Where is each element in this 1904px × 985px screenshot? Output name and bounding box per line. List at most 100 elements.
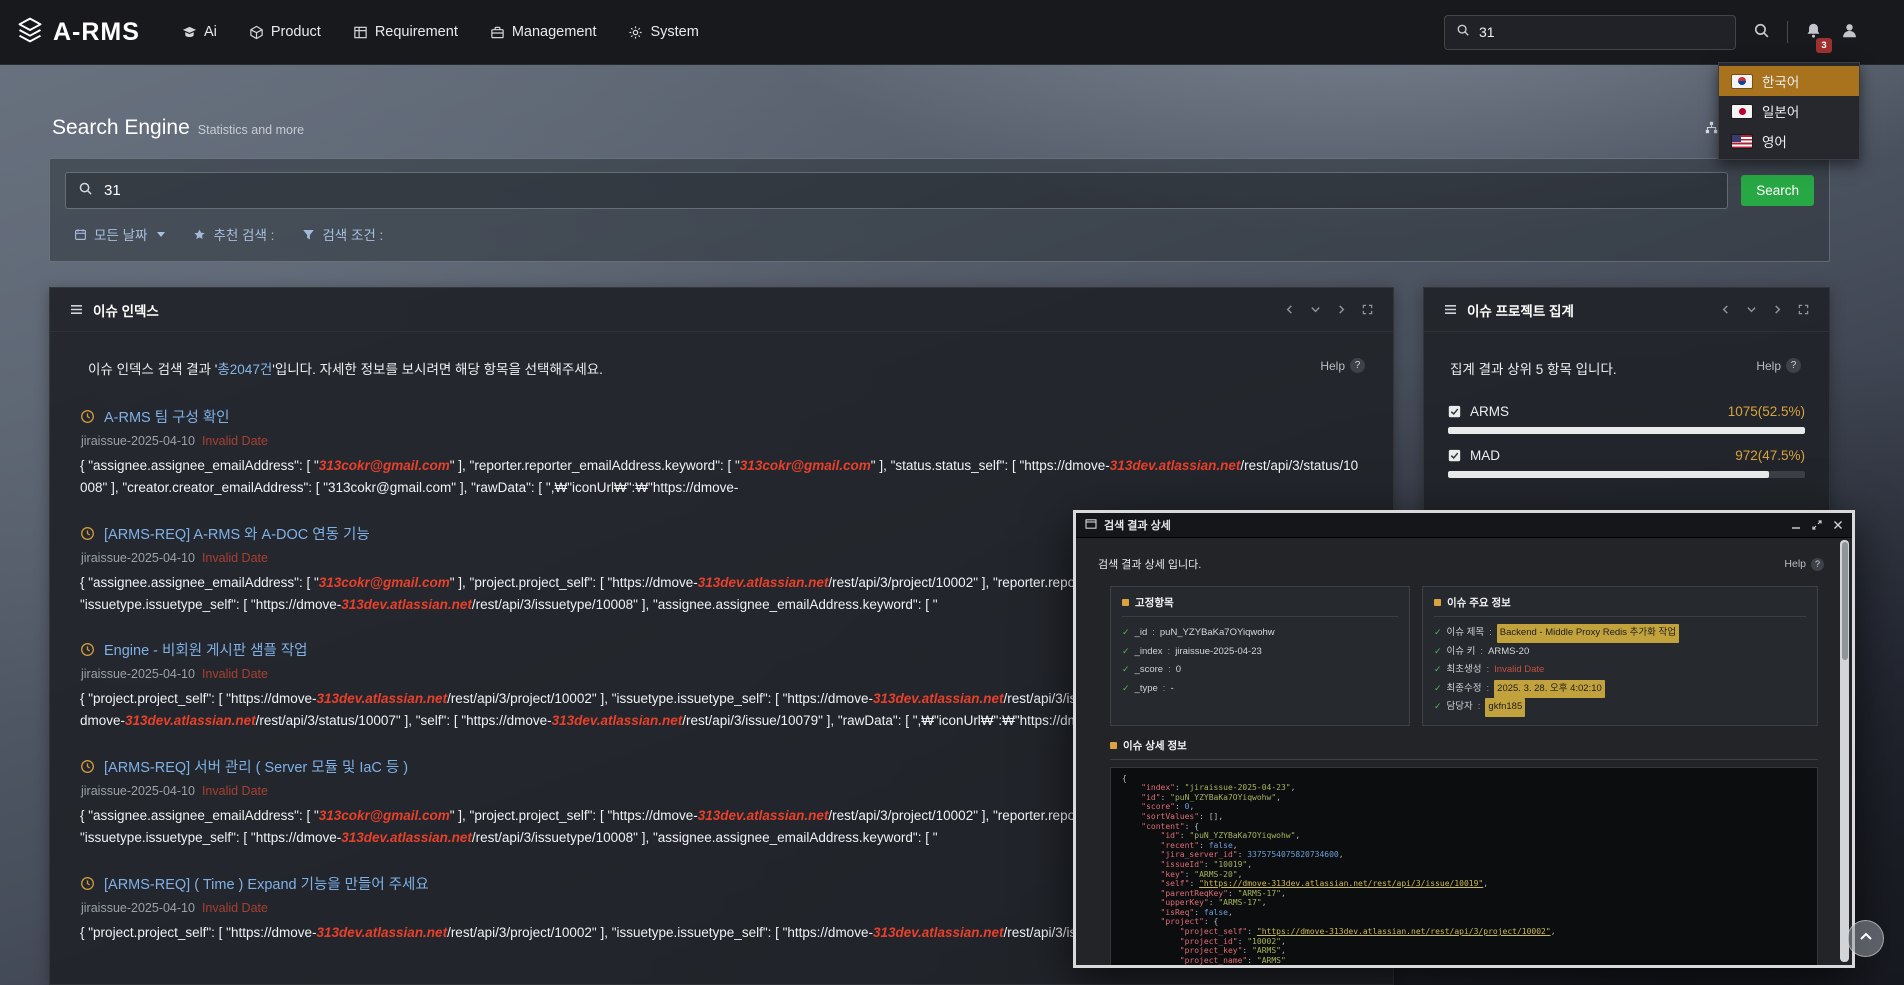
nav-item-ai[interactable]: Ai [182,24,217,40]
user-menu-button[interactable] [1839,20,1860,44]
issue-clock-icon [80,526,95,541]
nav-item-management[interactable]: Management [490,24,597,40]
maximize-icon[interactable] [1812,520,1822,530]
field-value: puN_YZYBaKa7OYiqwohw [1160,624,1275,643]
lang-option-jp[interactable]: 일본어 [1719,96,1859,126]
issue-json-code[interactable]: { "index": "jiraissue-2025-04-23", "id":… [1110,767,1818,965]
help-question-badge: ? [1350,358,1365,373]
nav-item-label: Requirement [375,24,458,40]
search-button[interactable]: Search [1741,175,1814,206]
navbar-search-box [1444,15,1736,50]
product-icon [249,25,264,40]
search-filter-1[interactable]: 추천 검색 : [193,224,274,244]
card-title: 이슈 주요 정보 [1434,595,1806,617]
result-count-link[interactable]: 총2047건 [217,362,272,377]
issue-index-panel-header: 이슈 인덱스 [50,288,1393,332]
field-value: ARMS-20 [1488,643,1529,662]
agg-label: ARMS [1470,404,1509,419]
checkbox-icon [1448,405,1461,418]
nav-item-label: Product [271,24,321,40]
result-summary: 이슈 인덱스 검색 결과 '총2047건'입니다. 자세한 정보를 보시려면 해… [50,332,1393,394]
detail-field: ✓_id:puN_YZYBaKa7OYiqwohw [1122,624,1398,643]
scrollbar-thumb[interactable] [1842,542,1848,660]
detail-modal-window: 검색 결과 상세 검색 결과 상세 입니다. Help? 고정항목 ✓_id:p… [1073,510,1855,968]
result-title-link[interactable]: A-RMS 팀 구성 확인 [80,406,1363,427]
field-value: 0 [1176,661,1181,680]
minimize-icon[interactable] [1791,520,1801,530]
divider [1787,21,1788,43]
flag-kr-icon [1732,75,1752,88]
page-subtitle: Statistics and more [198,123,304,137]
filter-label: 추천 검색 : [213,224,274,244]
detail-field: ✓담당자:gkfn185 [1434,698,1806,717]
invalid-value: Invalid Date [1494,661,1544,680]
checkbox-icon [1448,449,1461,462]
chevron-right-icon[interactable] [1336,304,1347,315]
lang-option-kr[interactable]: 한국어 [1719,66,1859,96]
sitemap-icon [1705,121,1718,137]
detail-field: ✓_score:0 [1122,661,1398,680]
navbar-search-button[interactable] [1751,20,1772,44]
top-navbar: A-RMS Ai Product Requirement Management Syst… [0,0,1904,64]
lang-option-us[interactable]: 영어 [1719,126,1859,156]
agg-label: MAD [1470,448,1500,463]
chevron-left-icon[interactable] [1284,304,1295,315]
help-button[interactable]: Help? [1320,358,1365,373]
scroll-top-button[interactable] [1847,920,1884,957]
chevron-down-icon[interactable] [1310,304,1321,315]
section-title: 이슈 상세 정보 [1110,738,1818,760]
modal-scrollbar[interactable] [1840,540,1849,962]
close-icon[interactable] [1833,520,1843,530]
app-root: A-RMS Ai Product Requirement Management Syst… [0,0,1904,985]
help-question-badge: ? [1786,358,1801,373]
search-filter-0[interactable]: 모든 날짜 [74,224,165,244]
modal-titlebar[interactable]: 검색 결과 상세 [1076,513,1852,538]
chevron-left-icon[interactable] [1720,304,1731,315]
field-label: _score [1135,661,1164,680]
main-search-input[interactable] [104,182,1715,199]
search-filter-2[interactable]: 검색 조건 : [302,224,383,244]
navbar-search-input[interactable] [1479,24,1724,40]
help-button[interactable]: Help? [1784,558,1824,571]
nav-item-system[interactable]: System [628,24,698,40]
result-title-text: A-RMS 팀 구성 확인 [104,406,230,427]
agg-item-mad[interactable]: MAD972(47.5%) [1424,438,1829,482]
modal-body: 검색 결과 상세 입니다. Help? 고정항목 ✓_id:puN_YZYBaK… [1076,538,1852,965]
chevron-down-icon[interactable] [1746,304,1757,315]
notification-badge: 3 [1816,38,1832,53]
search-icon [1753,22,1770,42]
nav-item-label: Ai [204,24,217,40]
invalid-date-label: Invalid Date [202,901,268,915]
expand-icon[interactable] [1362,304,1373,315]
bullet-icon [1122,599,1129,606]
field-label: 이슈 제목 [1447,624,1485,643]
field-value: jiraissue-2025-04-23 [1175,643,1262,662]
check-icon: ✓ [1434,661,1442,679]
lang-label: 일본어 [1762,101,1799,121]
check-icon: ✓ [1122,680,1130,698]
brand-logo-icon [16,16,44,49]
card-title: 고정항목 [1122,595,1398,617]
agg-item-arms[interactable]: ARMS1075(52.5%) [1424,394,1829,438]
expand-icon[interactable] [1798,304,1809,315]
help-button[interactable]: Help? [1756,358,1801,373]
field-label: 최초생성 [1447,661,1482,680]
panel-controls [1720,304,1809,315]
nav-item-product[interactable]: Product [249,24,321,40]
result-date: jiraissue-2025-04-10Invalid Date [81,434,1363,448]
fixed-fields-card: 고정항목 ✓_id:puN_YZYBaKa7OYiqwohw✓_index:ji… [1110,586,1410,726]
nav-item-requirement[interactable]: Requirement [353,24,458,40]
detail-field: ✓최초생성:Invalid Date [1434,661,1806,680]
page-title: Search Engine [52,116,190,140]
funnel-icon [302,228,315,241]
result-title-text: [ARMS-REQ] A-RMS 와 A-DOC 연동 기능 [104,523,370,544]
help-question-badge: ? [1811,558,1824,571]
flag-jp-icon [1732,105,1752,118]
brand[interactable]: A-RMS [16,16,140,49]
hamburger-icon [1444,304,1457,315]
nav-item-label: Management [512,24,597,40]
notifications-button[interactable]: 3 [1803,20,1824,44]
chevron-right-icon[interactable] [1772,304,1783,315]
chevron-up-icon [1858,929,1874,948]
ai-icon [182,25,197,40]
